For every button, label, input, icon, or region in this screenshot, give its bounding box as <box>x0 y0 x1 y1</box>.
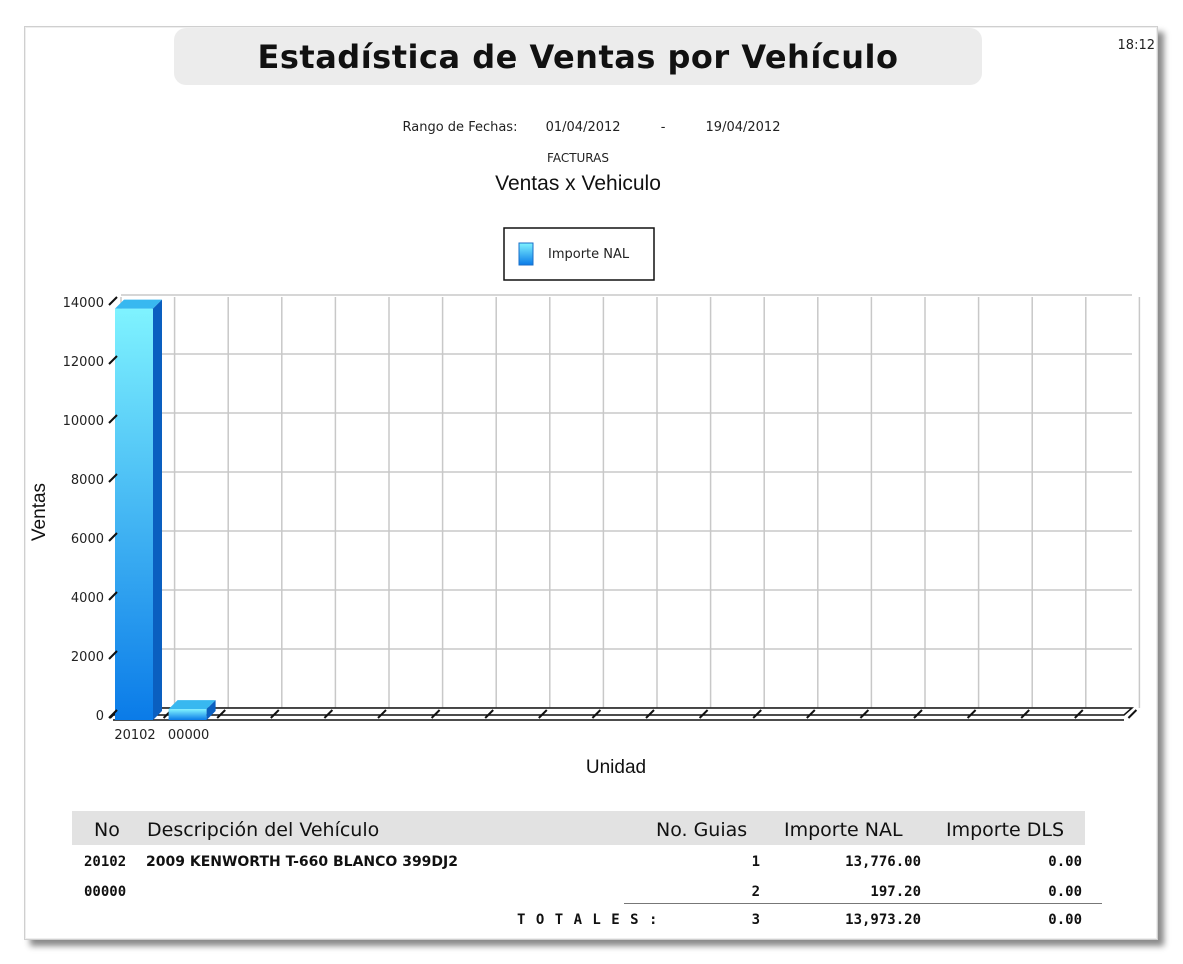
y-tick-label: 4000 <box>71 591 104 606</box>
y-tick-label: 0 <box>96 709 104 724</box>
row-nal: 13,776.00 <box>845 854 921 870</box>
totals-divider <box>624 903 1102 904</box>
row-guias: 1 <box>751 854 760 870</box>
totals-label: T O T A L E S : <box>517 912 659 928</box>
x-tick-label: 00000 <box>168 728 209 743</box>
floor-tick <box>1127 709 1138 719</box>
y-tick-label: 8000 <box>71 473 104 488</box>
sales-chart: Ventas x Vehiculo Importe NAL 0 2000 4000 6… <box>29 172 1141 778</box>
row-guias: 2 <box>751 884 760 900</box>
chart-grid <box>120 294 1141 709</box>
legend-swatch <box>518 242 534 266</box>
x-axis-label: Unidad <box>586 757 646 778</box>
row-no: 20102 <box>84 854 127 870</box>
y-tick-label: 2000 <box>71 650 104 665</box>
totals-dls: 0.00 <box>1048 912 1082 928</box>
legend-label: Importe NAL <box>548 247 630 262</box>
col-header-dls: Importe DLS <box>946 819 1065 841</box>
y-tick-label: 12000 <box>63 355 104 370</box>
bar-front <box>115 308 153 720</box>
chart-title: Ventas x Vehiculo <box>495 172 661 195</box>
row-no: 00000 <box>84 884 127 900</box>
col-header-description: Descripción del Vehículo <box>147 819 380 841</box>
y-tick-mark <box>108 296 118 306</box>
y-tick-label: 10000 <box>63 414 104 429</box>
row-nal: 197.20 <box>870 884 921 900</box>
y-axis-ticks: 0 2000 4000 6000 8000 10000 12000 14000 <box>63 296 118 724</box>
col-header-no: No <box>94 819 120 841</box>
bar <box>168 700 216 720</box>
totals-guias: 3 <box>751 912 760 928</box>
totals-nal: 13,973.20 <box>845 912 921 928</box>
y-axis-label: Ventas <box>29 483 50 541</box>
bar <box>115 299 162 720</box>
row-dls: 0.00 <box>1048 884 1082 900</box>
chart-floor <box>109 707 1138 721</box>
x-tick-label: 20102 <box>114 728 155 743</box>
row-description: 2009 KENWORTH T-660 BLANCO 399DJ2 <box>146 854 458 870</box>
row-dls: 0.00 <box>1048 854 1082 870</box>
chart-bars <box>115 299 216 720</box>
bar-side <box>153 299 162 720</box>
x-axis-ticks: 20102 00000 <box>114 728 209 743</box>
col-header-nal: Importe NAL <box>784 819 903 841</box>
col-header-guias: No. Guias <box>656 819 748 841</box>
y-tick-label: 14000 <box>63 296 104 311</box>
chart-floor-strip <box>111 707 1134 716</box>
bar-front <box>168 709 207 720</box>
y-tick-label: 6000 <box>71 532 104 547</box>
chart-legend: Importe NAL <box>503 227 655 281</box>
